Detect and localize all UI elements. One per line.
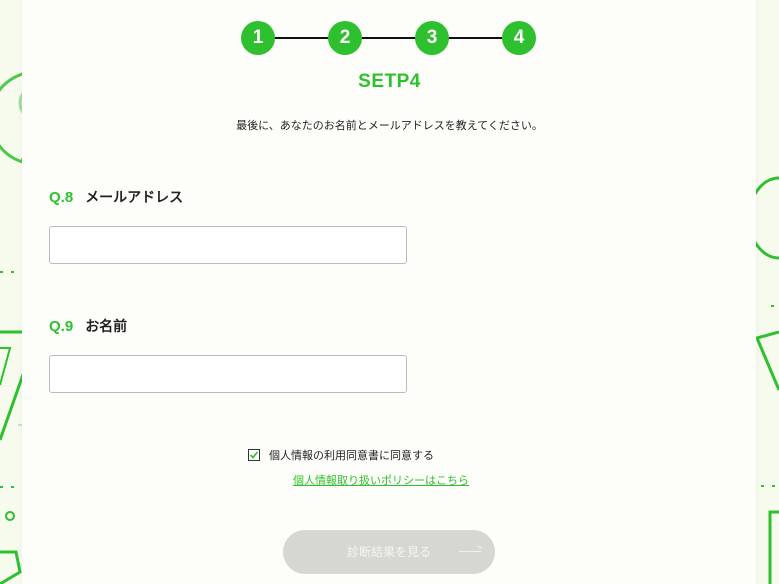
step-2: 2 bbox=[328, 21, 362, 55]
privacy-policy-link[interactable]: 個人情報取り扱いポリシーはこちら bbox=[293, 472, 469, 488]
view-results-label: 診断結果を見る bbox=[346, 545, 431, 559]
consent-label: 個人情報の利用同意書に同意する bbox=[269, 449, 434, 462]
question-label-name: Q.9 お名前 bbox=[49, 316, 127, 336]
step-progress: 1 2 3 4 bbox=[0, 21, 779, 55]
question-number: Q.8 bbox=[49, 189, 74, 206]
step-3: 3 bbox=[415, 21, 449, 55]
step-4: 4 bbox=[502, 21, 536, 55]
question-label-email: Q.8 メールアドレス bbox=[49, 187, 183, 207]
checkmark-icon bbox=[249, 451, 259, 459]
question-number: Q.9 bbox=[49, 318, 74, 335]
consent-row[interactable]: 個人情報の利用同意書に同意する bbox=[248, 447, 434, 463]
instruction-text: 最後に、あなたのお名前とメールアドレスを教えてください。 bbox=[236, 119, 543, 132]
step-connector bbox=[258, 37, 518, 39]
email-input[interactable] bbox=[49, 226, 407, 264]
consent-checkbox[interactable] bbox=[248, 449, 260, 461]
view-results-button[interactable]: 診断結果を見る bbox=[283, 530, 495, 574]
step-1: 1 bbox=[241, 21, 275, 55]
question-text: お名前 bbox=[85, 319, 128, 335]
name-input[interactable] bbox=[49, 355, 407, 393]
step-title: SETP4 bbox=[358, 71, 421, 92]
arrow-right-icon bbox=[459, 551, 481, 552]
question-text: メールアドレス bbox=[85, 190, 184, 206]
